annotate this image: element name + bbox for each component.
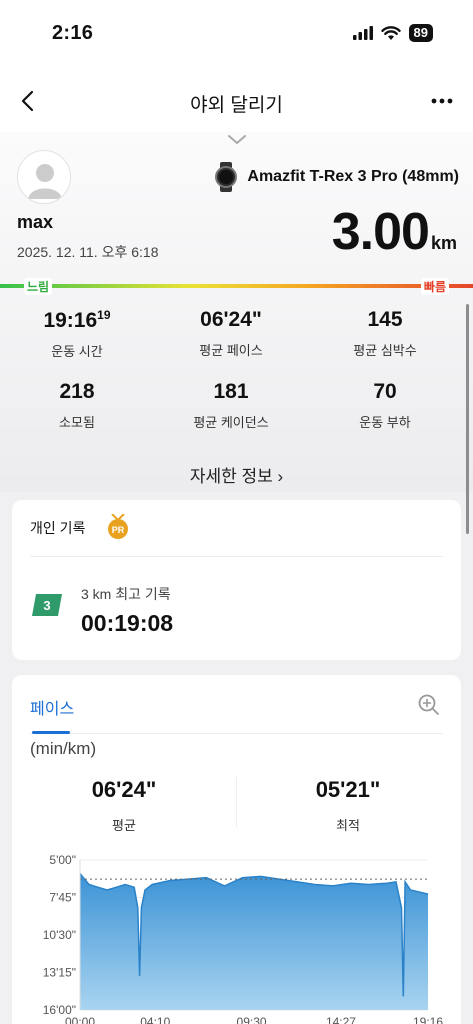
distance-badge-label: 3: [43, 598, 50, 613]
page-title: 야외 달리기: [190, 95, 283, 116]
stat-label: 평균 심박수: [353, 343, 417, 358]
stat-avg-heart-rate: 145 평균 심박수: [308, 308, 462, 359]
pr-record-value: 00:19:08: [81, 610, 174, 636]
scale-slow-label: 느림: [24, 278, 53, 295]
divider: [236, 777, 237, 827]
best-pace-summary: 05'21" 최적: [248, 777, 448, 834]
tab-pace[interactable]: 페이스: [30, 695, 74, 719]
y-tick-label: 5'00": [49, 853, 76, 867]
stat-value: 218: [59, 380, 95, 403]
avatar[interactable]: [17, 150, 71, 204]
x-tick-label: 00:00: [65, 1015, 95, 1024]
more-options-button[interactable]: [429, 88, 455, 114]
stat-label: 평균 케이던스: [193, 415, 269, 430]
medal-label: PR: [112, 525, 125, 535]
stat-value: 06'24": [200, 308, 262, 331]
x-tick-label: 19:16: [413, 1015, 443, 1024]
pace-area: [80, 873, 428, 1010]
wifi-icon: [380, 25, 401, 40]
distance-value: 3.00: [331, 203, 430, 261]
stat-label: 평균 페이스: [199, 343, 263, 358]
total-distance: 3.00 km: [332, 202, 457, 262]
signal-icon: [352, 26, 373, 40]
stat-training-load: 70 운동 부하: [308, 380, 462, 431]
x-tick-label: 14:27: [326, 1015, 356, 1024]
watch-icon: [215, 162, 238, 192]
avg-pace-label: 평균: [112, 818, 136, 833]
y-tick-label: 13'15": [43, 966, 76, 980]
status-bar: 2:16 89: [0, 0, 473, 70]
stat-duration: 19:1619 운동 시간: [0, 308, 154, 360]
stat-avg-pace: 06'24" 평균 페이스: [154, 308, 308, 359]
stat-label: 소모됨: [59, 415, 95, 430]
y-tick-label: 7'45": [49, 891, 76, 905]
pace-color-scale: [0, 284, 473, 288]
x-tick-label: 04:10: [140, 1015, 170, 1024]
pr-card-title: 개인 기록: [30, 520, 86, 536]
status-time: 2:16: [52, 22, 94, 44]
stat-value: 145: [367, 308, 403, 331]
best-pace-label: 최적: [336, 818, 360, 833]
avatar-placeholder-icon: [28, 164, 62, 199]
battery-indicator: 89: [408, 24, 433, 42]
stat-value: 181: [213, 380, 249, 403]
pace-chart-card: 페이스 (min/km) 06'24" 평균 05'21" 최적 5'00" 7'…: [12, 675, 461, 1024]
scrollbar[interactable]: [466, 304, 469, 534]
avg-pace-summary: 06'24" 평균: [24, 777, 224, 834]
chevron-down-icon[interactable]: [226, 132, 248, 148]
distance-unit: km: [430, 233, 457, 253]
stat-calories: 218 소모됨: [0, 380, 154, 431]
stat-label: 운동 부하: [359, 415, 411, 430]
pace-chart: 5'00"7'45"10'30"13'15"16'00"00:00 04:10 09…: [43, 853, 444, 1024]
run-date: 2025. 12. 11. 오후 6:18: [17, 244, 159, 260]
workout-summary: Amazfit T-Rex 3 Pro (48mm) max 2025. 12.…: [0, 132, 473, 534]
device-info: Amazfit T-Rex 3 Pro (48mm): [213, 162, 459, 192]
stat-value: 70: [373, 380, 397, 403]
user-name: max: [17, 212, 54, 232]
scale-fast-label: 빠름: [420, 278, 449, 295]
y-tick-label: 10'30": [43, 928, 76, 942]
divider: [30, 733, 443, 734]
details-link[interactable]: 자세한 정보 ›: [0, 462, 473, 487]
nav-bar: 야외 달리기: [0, 70, 473, 132]
divider: [30, 556, 443, 557]
x-tick-label: 09:30: [237, 1015, 267, 1024]
personal-record-card[interactable]: 개인 기록 PR 3 3 km 최고 기록 00:19:08: [12, 500, 461, 660]
device-name: Amazfit T-Rex 3 Pro (48mm): [247, 168, 459, 185]
pr-record-name: 3 km 최고 기록: [81, 586, 171, 602]
stat-value: 19:1619: [43, 308, 111, 332]
stat-label: 운동 시간: [51, 344, 103, 359]
distance-badge: 3: [32, 594, 62, 616]
avg-pace-value: 06'24": [91, 777, 157, 802]
best-pace-value: 05'21": [315, 777, 381, 802]
status-icons: 89: [352, 24, 433, 42]
more-icon: [431, 98, 453, 104]
pace-unit-label: (min/km): [30, 739, 97, 758]
medal-icon: PR: [108, 514, 128, 539]
tab-underline: [32, 731, 70, 734]
zoom-in-icon[interactable]: [417, 693, 441, 717]
stat-avg-cadence: 181 평균 케이던스: [154, 380, 308, 431]
